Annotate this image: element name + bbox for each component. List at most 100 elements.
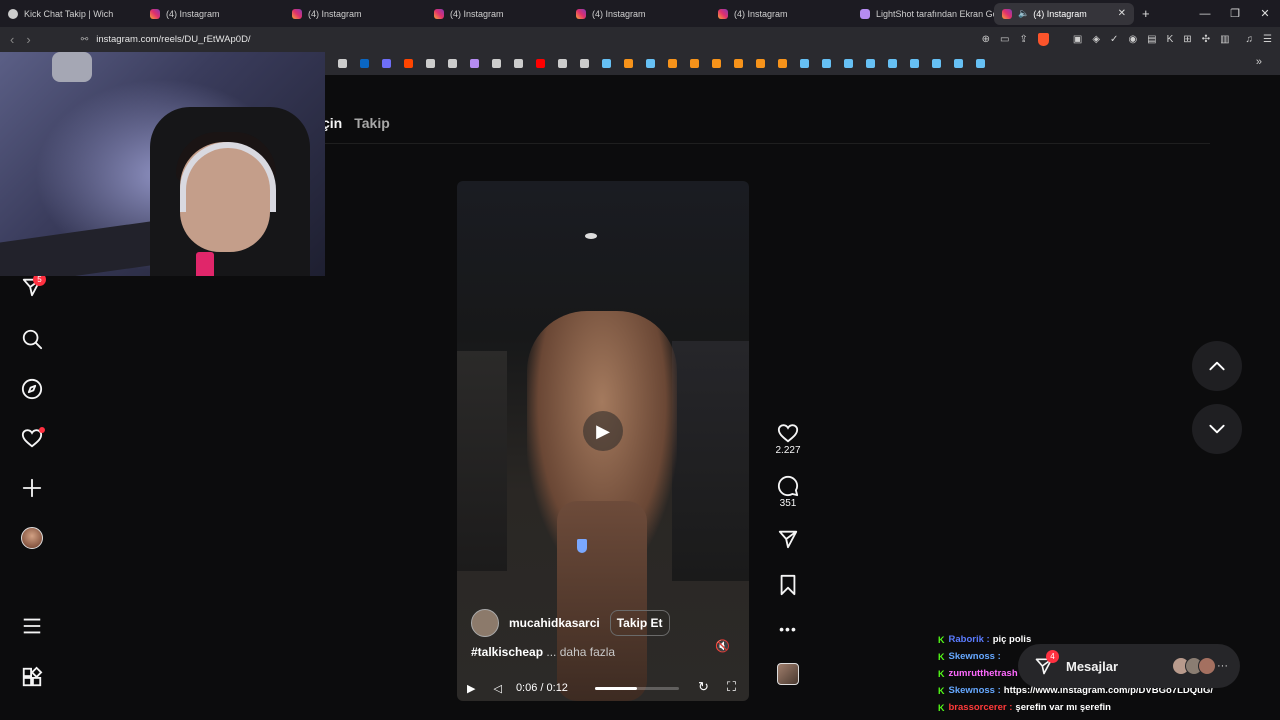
site-info-icon[interactable]: ⚯ (81, 34, 89, 45)
browser-tab[interactable]: (4) Instagram (568, 3, 710, 25)
bookmark-icon[interactable] (888, 59, 897, 68)
progress-bar[interactable] (595, 687, 679, 690)
more-options-action[interactable]: ••• (776, 617, 800, 641)
music-icon[interactable]: ♫ (1246, 34, 1254, 45)
bookmark-icon[interactable] (492, 59, 501, 68)
minimize-button[interactable]: — (1190, 8, 1220, 20)
browser-tab[interactable]: LightShot tarafından Ekran Gör (852, 3, 994, 25)
menu-icon[interactable]: ☰ (1263, 34, 1272, 45)
explore-icon[interactable] (20, 377, 44, 401)
create-plus-icon[interactable] (20, 476, 44, 500)
maximize-button[interactable]: ❐ (1220, 7, 1250, 20)
bookmark-icon[interactable] (734, 59, 743, 68)
extension-icon[interactable]: ◉ (1128, 34, 1137, 45)
comment-action[interactable]: 351 (776, 474, 800, 509)
browser-tab[interactable]: (4) Instagram (284, 3, 426, 25)
bookmark-icon[interactable] (404, 59, 413, 68)
bookmark-icon[interactable] (690, 59, 699, 68)
bookmark-icon[interactable] (338, 59, 347, 68)
bookmark-icon[interactable] (756, 59, 765, 68)
browser-tab[interactable]: (4) Instagram (142, 3, 284, 25)
bookmark-icon[interactable] (624, 59, 633, 68)
heart-icon[interactable] (776, 421, 800, 445)
like-action[interactable]: 2.227 (775, 421, 801, 456)
brave-shield-icon[interactable] (1037, 33, 1049, 46)
fullscreen-icon[interactable]: ⛶ (727, 679, 736, 695)
bookmark-icon[interactable] (536, 59, 545, 68)
follow-button[interactable]: Takip Et (609, 610, 670, 636)
caption-hashtag[interactable]: #talkischeap (471, 645, 543, 659)
extension-icon[interactable]: K (1167, 34, 1174, 45)
share-icon[interactable] (776, 527, 800, 551)
more-dots-icon[interactable]: ··· (1217, 660, 1228, 672)
tab-following[interactable]: Takip (354, 115, 390, 131)
volume-icon[interactable]: ◁ (493, 682, 501, 695)
sidebar-toggle-icon[interactable]: ▥ (1220, 34, 1229, 45)
audio-thumbnail[interactable] (777, 663, 799, 685)
author-avatar[interactable] (471, 609, 499, 637)
play-overlay-icon[interactable]: ▶ (583, 411, 623, 451)
bookmark-icon[interactable] (800, 59, 809, 68)
bookmark-icon[interactable] (360, 59, 369, 68)
new-tab-button[interactable]: + (1142, 6, 1150, 21)
previous-reel-button[interactable] (1192, 341, 1242, 391)
muted-icon[interactable]: 🔇 (715, 639, 730, 653)
extension-icon[interactable]: ⊞ (1183, 34, 1191, 45)
bookmark-icon[interactable] (712, 59, 721, 68)
tab-for-you[interactable]: çin (322, 115, 342, 131)
apps-grid-icon[interactable] (20, 665, 44, 689)
bookmark-icon[interactable] (382, 59, 391, 68)
share-icon[interactable]: ⇪ (1020, 34, 1028, 45)
extension-icon[interactable]: ▤ (1147, 34, 1156, 45)
bookmark-icon[interactable] (976, 59, 985, 68)
extension-icon[interactable]: ◈ (1092, 34, 1100, 45)
more-dots-icon[interactable]: ••• (776, 617, 800, 641)
bookmark-icon[interactable] (866, 59, 875, 68)
screenshot-icon[interactable]: ▭ (1000, 34, 1009, 45)
extensions-puzzle-icon[interactable]: ✣ (1202, 34, 1210, 45)
play-icon[interactable]: ▶ (467, 682, 475, 695)
more-menu-icon[interactable] (20, 614, 44, 638)
share-action[interactable] (776, 527, 800, 551)
bookmark-icon[interactable] (646, 59, 655, 68)
search-icon[interactable] (20, 327, 44, 351)
bookmark-icon[interactable] (668, 59, 677, 68)
browser-tab[interactable]: Kick Chat Takip | Wich (0, 3, 142, 25)
bookmark-icon[interactable] (558, 59, 567, 68)
extension-icon[interactable]: ▣ (1073, 34, 1082, 45)
bookmark-icon[interactable] (822, 59, 831, 68)
bookmark-icon[interactable] (844, 59, 853, 68)
close-window-button[interactable]: ✕ (1250, 7, 1280, 20)
more-bookmarks-icon[interactable]: » (1256, 56, 1262, 68)
browser-tab[interactable]: (4) Instagram (426, 3, 568, 25)
url-field[interactable]: instagram.com/reels/DU_rEtWAp0D/ (96, 34, 250, 45)
bookmark-icon[interactable] (426, 59, 435, 68)
browser-tab[interactable]: (4) Instagram (710, 3, 852, 25)
bookmark-icon[interactable] (932, 59, 941, 68)
bookmark-icon[interactable] (910, 59, 919, 68)
bookmark-icon[interactable] (470, 59, 479, 68)
bookmark-icon[interactable] (954, 59, 963, 68)
zoom-icon[interactable]: ⊕ (982, 34, 990, 45)
bookmark-icon[interactable] (580, 59, 589, 68)
heart-icon[interactable] (20, 426, 45, 450)
bookmark-icon[interactable] (776, 573, 800, 597)
forward-icon[interactable]: › (26, 32, 30, 47)
extension-icon[interactable]: ✓ (1110, 34, 1118, 45)
replay-icon[interactable]: ↻ (698, 679, 709, 695)
messages-bar[interactable]: 4 Mesajlar ··· (1018, 644, 1240, 688)
bookmark-icon[interactable] (514, 59, 523, 68)
close-tab-icon[interactable]: ✕ (1118, 8, 1126, 19)
bookmark-icon[interactable] (602, 59, 611, 68)
share-icon[interactable]: 5 (20, 273, 46, 299)
comment-icon[interactable] (776, 474, 800, 498)
browser-tab-active[interactable]: 🔈 (4) Instagram ✕ (994, 2, 1134, 25)
save-action[interactable] (776, 573, 800, 597)
profile-avatar[interactable] (20, 526, 44, 550)
caption-more-link[interactable]: ... daha fazla (546, 645, 615, 659)
messages-icon[interactable]: 4 (1034, 650, 1059, 676)
bookmark-icon[interactable] (448, 59, 457, 68)
next-reel-button[interactable] (1192, 404, 1242, 454)
back-icon[interactable]: ‹ (10, 32, 14, 47)
author-username[interactable]: mucahidkasarci (509, 616, 600, 630)
